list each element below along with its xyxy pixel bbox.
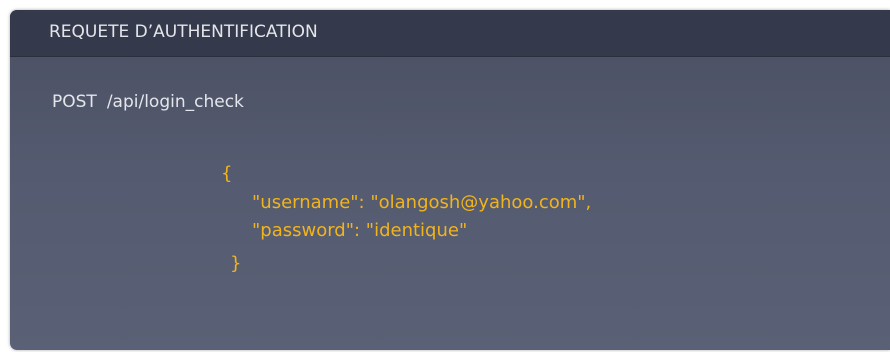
json-body: { "username": "olangosh@yahoo.com", "pas…	[10, 10, 890, 350]
request-panel: REQUETE D’AUTHENTIFICATION POST/api/logi…	[10, 10, 890, 350]
json-open-brace: {	[221, 163, 233, 184]
json-close-brace: }	[230, 253, 242, 274]
json-password-line: "password": "identique"	[252, 220, 468, 241]
json-username-line: "username": "olangosh@yahoo.com",	[252, 192, 592, 213]
